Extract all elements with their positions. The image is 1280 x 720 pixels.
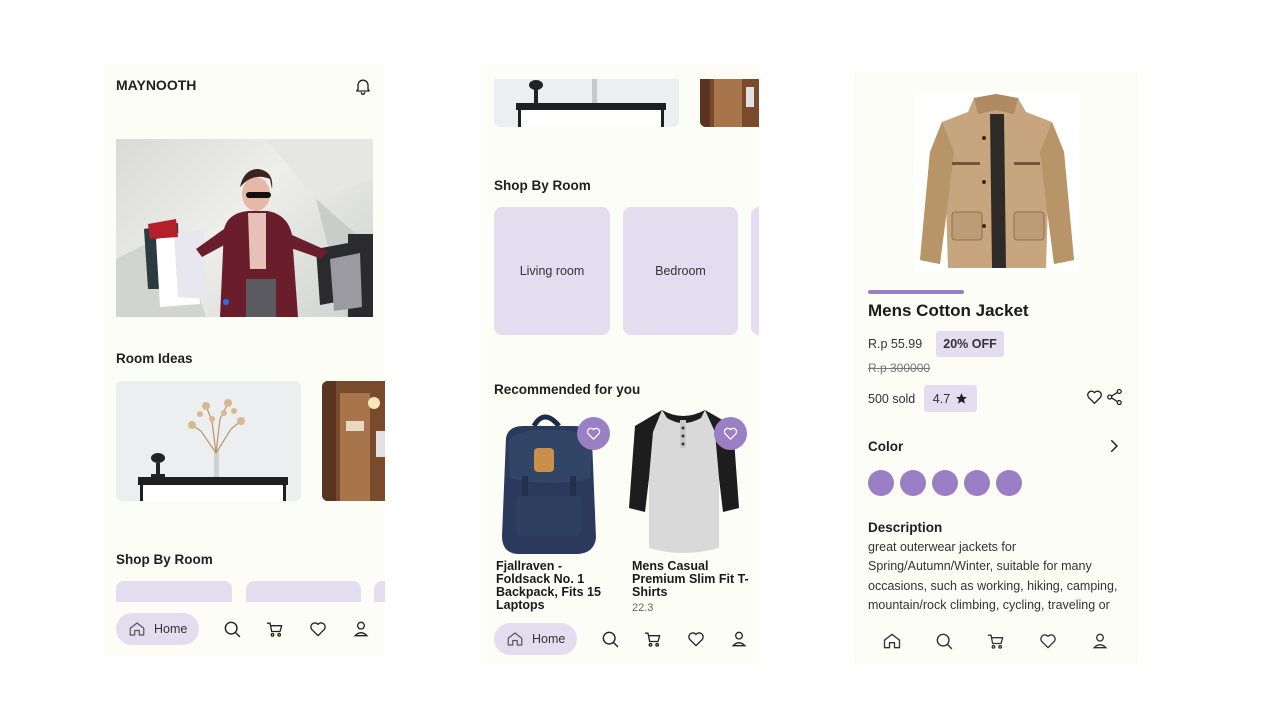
product-detail-screen: Mens Cotton Jacket R.p 55.99 20% OFF R.p… (854, 72, 1138, 664)
shop-by-room-title: Shop By Room (116, 552, 213, 567)
sold-count: 500 sold (868, 392, 916, 406)
heart-icon[interactable] (1038, 631, 1058, 651)
product-card[interactable] (494, 408, 614, 558)
rating-value: 4.7 (932, 391, 951, 406)
star-icon (956, 393, 968, 404)
profile-icon[interactable] (1090, 631, 1110, 651)
favorite-button[interactable] (577, 417, 610, 450)
description-title: Description (868, 520, 943, 535)
chevron-right-icon[interactable] (1105, 437, 1123, 455)
cart-icon[interactable] (265, 619, 285, 639)
product-card[interactable] (627, 408, 747, 558)
product-name: Mens Casual Premium Slim Fit T-Shirts (632, 559, 749, 599)
room-idea-card[interactable] (322, 381, 385, 501)
original-price: R.p 300000 (868, 361, 931, 375)
room-card-label: Bedroom (655, 264, 706, 278)
nav-home-button[interactable]: Home (116, 613, 200, 645)
home-icon[interactable] (882, 631, 902, 651)
color-title: Color (868, 439, 904, 454)
hero-banner-image[interactable] (116, 139, 373, 317)
room-idea-card[interactable] (700, 79, 759, 127)
color-swatch[interactable] (964, 470, 990, 496)
room-idea-card[interactable] (494, 79, 679, 127)
bottom-nav: Home (103, 602, 385, 656)
image-indicator[interactable] (868, 290, 964, 294)
recommended-title: Recommended for you (494, 382, 641, 397)
carousel-dot-active[interactable] (223, 299, 229, 305)
search-icon[interactable] (222, 619, 242, 639)
search-icon[interactable] (600, 629, 620, 649)
color-swatch[interactable] (996, 470, 1022, 496)
search-icon[interactable] (934, 631, 954, 651)
profile-icon[interactable] (351, 619, 371, 639)
favorite-button[interactable] (714, 417, 747, 450)
nav-home-button[interactable]: Home (494, 623, 578, 655)
heart-icon[interactable] (308, 619, 328, 639)
heart-icon (586, 427, 601, 440)
share-icon[interactable] (1105, 387, 1124, 406)
cart-icon[interactable] (986, 631, 1006, 651)
product-image[interactable] (914, 92, 1079, 272)
heart-icon[interactable] (686, 629, 706, 649)
cart-icon[interactable] (643, 629, 663, 649)
product-name: Fjallraven - Foldsack No. 1 Backpack, Fi… (496, 559, 601, 612)
color-swatch[interactable] (868, 470, 894, 496)
room-ideas-title: Room Ideas (116, 351, 193, 366)
description-text: great outerwear jackets for Spring/Autum… (868, 540, 1118, 612)
favorite-heart-icon[interactable] (1085, 387, 1104, 406)
shop-by-room-title: Shop By Room (494, 178, 591, 193)
room-card-bedroom[interactable]: Bedroom (623, 207, 738, 335)
home-icon (128, 620, 146, 638)
room-card[interactable] (751, 207, 759, 335)
discount-badge: 20% OFF (936, 331, 1004, 357)
color-swatch[interactable] (932, 470, 958, 496)
brand-title: MAYNOOTH (116, 77, 197, 93)
profile-icon[interactable] (729, 629, 749, 649)
rating-badge: 4.7 (924, 385, 977, 412)
product-price: R.p 55.99 (868, 337, 923, 351)
heart-icon (723, 427, 738, 440)
home-screen: MAYNOOTH Room Ideas Shop By Room Home (103, 64, 385, 656)
room-card-living-room[interactable]: Living room (494, 207, 610, 335)
home-scrolled-screen: Shop By Room Living room Bedroom Recomme… (481, 64, 759, 664)
nav-home-label: Home (154, 622, 188, 636)
nav-home-label: Home (532, 632, 566, 646)
bottom-nav: Home (481, 612, 759, 664)
color-swatch[interactable] (900, 470, 926, 496)
room-idea-card[interactable] (116, 381, 301, 501)
home-icon (506, 630, 524, 648)
product-name: Mens Cotton Jacket (868, 301, 1029, 320)
bell-icon[interactable] (353, 76, 373, 96)
room-card-label: Living room (519, 264, 585, 278)
bottom-nav (854, 614, 1138, 664)
